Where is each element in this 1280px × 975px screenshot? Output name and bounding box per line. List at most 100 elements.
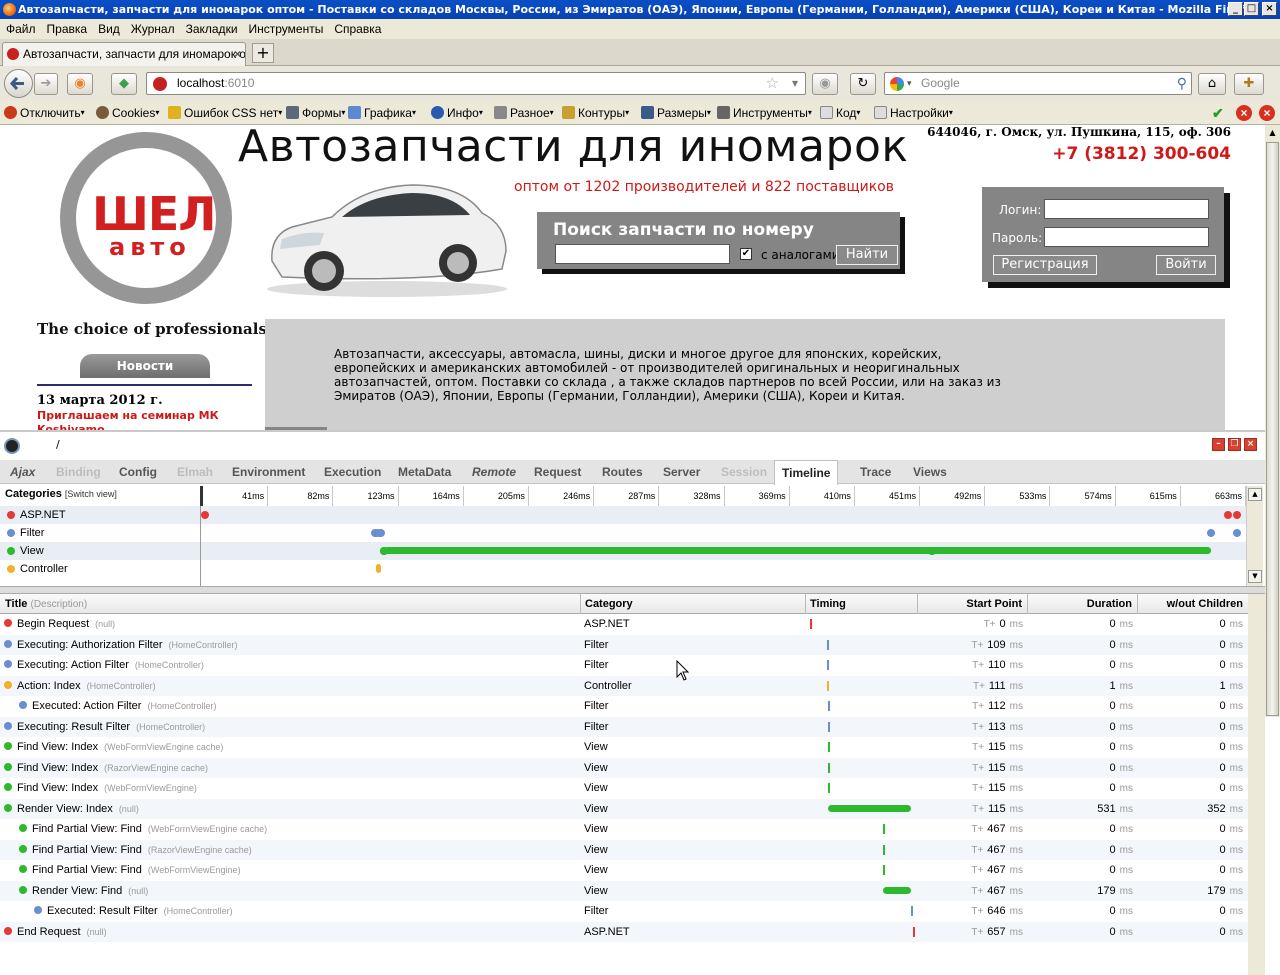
switch-view-link[interactable]: [Switch view] bbox=[65, 489, 117, 499]
addon-button[interactable]: ✚ bbox=[1234, 73, 1264, 95]
glimpse-tab-config[interactable]: Config bbox=[119, 460, 157, 484]
glimpse-tab-remote[interactable]: Remote bbox=[472, 460, 516, 484]
wd-info[interactable]: Инфо▾ bbox=[431, 101, 483, 125]
close-window-button[interactable]: × bbox=[1262, 2, 1277, 16]
glimpse-popout-button[interactable]: ❐ bbox=[1228, 438, 1241, 451]
search-engine-dropdown-icon[interactable]: ▾ bbox=[907, 73, 912, 94]
error-icon[interactable]: × bbox=[1236, 105, 1252, 121]
glimpse-tab-routes[interactable]: Routes bbox=[602, 460, 643, 484]
home-button[interactable]: ⌂ bbox=[1198, 73, 1226, 95]
timeline-scroll-down-icon[interactable]: ▼ bbox=[1248, 570, 1262, 583]
timeline-mark[interactable] bbox=[1206, 529, 1215, 537]
event-row[interactable]: Executing: Authorization Filter (HomeCont… bbox=[0, 634, 1248, 655]
forward-button[interactable]: ➔ bbox=[34, 73, 58, 95]
sign-in-button[interactable]: Войти bbox=[1156, 255, 1216, 275]
maximize-button[interactable]: □ bbox=[1244, 2, 1259, 16]
glimpse-tab-request[interactable]: Request bbox=[534, 460, 581, 484]
event-row[interactable]: Executing: Action Filter (HomeController)… bbox=[0, 655, 1248, 676]
glimpse-tab-ajax[interactable]: Ajax bbox=[10, 460, 35, 484]
event-row[interactable]: Begin Request (null) ASP.NET T+ 0 ms 0 ms 0 ms bbox=[0, 614, 1248, 635]
event-row[interactable]: Find Partial View: Find (WebFormViewEngin… bbox=[0, 860, 1248, 881]
event-row[interactable]: Render View: Find (null) View T+ 467 ms 179 ms 1… bbox=[0, 880, 1248, 901]
menu-file[interactable]: Файл bbox=[6, 22, 36, 36]
timeline-mark[interactable] bbox=[201, 511, 209, 519]
scroll-thumb[interactable] bbox=[1266, 142, 1279, 716]
scroll-up-icon[interactable]: ▲ bbox=[1266, 125, 1279, 141]
login-input[interactable] bbox=[1044, 199, 1209, 219]
event-row[interactable]: Find Partial View: Find (RazorViewEngine … bbox=[0, 839, 1248, 860]
timeline-mark[interactable] bbox=[376, 529, 385, 537]
news-link[interactable]: Приглашаем на семинар МК Koshivamo bbox=[37, 409, 237, 430]
search-input[interactable]: ▾ Google ⚲ bbox=[884, 72, 1192, 95]
magnifier-icon[interactable]: ⚲ bbox=[1177, 73, 1187, 94]
glimpse-tab-trace[interactable]: Trace bbox=[860, 460, 891, 484]
reload-button[interactable]: ↻ bbox=[850, 73, 876, 95]
part-number-input[interactable] bbox=[555, 244, 730, 264]
page-scrollbar[interactable]: ▲ bbox=[1265, 125, 1280, 717]
check-icon[interactable]: ✔ bbox=[1212, 101, 1224, 125]
glimpse-close-button[interactable]: × bbox=[1244, 438, 1257, 451]
timeline-mark[interactable] bbox=[1233, 511, 1241, 519]
wd-disable[interactable]: Отключить▾ bbox=[4, 101, 85, 125]
event-row[interactable]: Find Partial View: Find (WebFormViewEngin… bbox=[0, 819, 1248, 840]
browser-tab[interactable]: Автозапчасти, запчасти для иномарок оп..… bbox=[2, 42, 246, 66]
events-scrollbar[interactable] bbox=[1248, 594, 1265, 975]
col-without-children[interactable]: w/out Children bbox=[1138, 594, 1248, 614]
event-row[interactable]: Executed: Result Filter (HomeController) F… bbox=[0, 901, 1248, 922]
timeline-mark[interactable] bbox=[931, 547, 1211, 554]
col-timing[interactable]: Timing bbox=[806, 594, 918, 614]
col-start[interactable]: Start Point bbox=[918, 594, 1028, 614]
glimpse-tab-execution[interactable]: Execution bbox=[324, 460, 381, 484]
close-tab-icon[interactable]: × bbox=[234, 43, 241, 65]
glimpse-tab-environment[interactable]: Environment bbox=[232, 460, 305, 484]
glimpse-tab-metadata[interactable]: MetaData bbox=[398, 460, 451, 484]
back-button[interactable] bbox=[4, 69, 33, 98]
register-button[interactable]: Регистрация bbox=[993, 255, 1097, 275]
col-category[interactable]: Category bbox=[581, 594, 806, 614]
col-duration[interactable]: Duration bbox=[1028, 594, 1138, 614]
category-row-controller[interactable]: Controller bbox=[0, 560, 200, 578]
timeline-mark[interactable] bbox=[375, 564, 381, 573]
wd-source[interactable]: Код▾ bbox=[820, 101, 860, 125]
menu-help[interactable]: Справка bbox=[334, 22, 381, 36]
category-row-view[interactable]: View bbox=[0, 542, 200, 560]
category-row-filter[interactable]: Filter bbox=[0, 524, 200, 542]
feed-button[interactable]: ◉ bbox=[812, 73, 838, 95]
wd-resize[interactable]: Размеры▾ bbox=[641, 101, 711, 125]
event-row[interactable]: End Request (null) ASP.NET T+ 657 ms 0 ms 0 ms bbox=[0, 921, 1248, 942]
timeline-mark[interactable] bbox=[1233, 529, 1241, 537]
minimize-button[interactable]: _ bbox=[1228, 2, 1243, 16]
menu-tools[interactable]: Инструменты bbox=[249, 22, 324, 36]
category-row-aspnet[interactable]: ASP.NET bbox=[0, 506, 200, 524]
menu-history[interactable]: Журнал bbox=[131, 22, 175, 36]
wd-images[interactable]: Графика▾ bbox=[348, 101, 416, 125]
event-row[interactable]: Executed: Action Filter (HomeController) F… bbox=[0, 696, 1248, 717]
event-row[interactable]: Find View: Index (RazorViewEngine cache) V… bbox=[0, 757, 1248, 778]
home-arrow-button[interactable]: ◆ bbox=[111, 73, 137, 95]
glimpse-minimize-button[interactable]: – bbox=[1212, 438, 1225, 451]
history-dropdown-icon[interactable]: ▾ bbox=[792, 73, 798, 94]
bookmark-star-icon[interactable]: ☆ bbox=[766, 73, 779, 94]
new-tab-button[interactable]: + bbox=[252, 43, 274, 63]
wd-options[interactable]: Настройки▾ bbox=[874, 101, 953, 125]
analogs-checkbox[interactable]: ✔ bbox=[740, 248, 752, 260]
event-row[interactable]: Action: Index (HomeController) Controller T… bbox=[0, 675, 1248, 696]
timeline-mark[interactable] bbox=[1223, 511, 1232, 519]
glimpse-tab-timeline[interactable]: Timeline bbox=[774, 460, 839, 485]
glimpse-tab-server[interactable]: Server bbox=[663, 460, 700, 484]
timeline-scrollbar[interactable]: ▲ ▼ bbox=[1246, 486, 1263, 586]
event-row[interactable]: Render View: Index (null) View T+ 115 ms 531 ms… bbox=[0, 798, 1248, 819]
glimpse-tab-views[interactable]: Views bbox=[913, 460, 947, 484]
wd-tools[interactable]: Инструменты▾ bbox=[717, 101, 812, 125]
menu-view[interactable]: Вид bbox=[98, 22, 120, 36]
event-row[interactable]: Find View: Index (WebFormViewEngine) View T… bbox=[0, 778, 1248, 799]
wd-css[interactable]: Ошибок CSS нет▾ bbox=[168, 101, 282, 125]
event-row[interactable]: Executing: Result Filter (HomeController)… bbox=[0, 716, 1248, 737]
wd-misc[interactable]: Разное▾ bbox=[494, 101, 554, 125]
col-title[interactable]: Title (Description) bbox=[0, 594, 581, 614]
password-input[interactable] bbox=[1044, 227, 1209, 247]
menu-bookmarks[interactable]: Закладки bbox=[186, 22, 238, 36]
event-row[interactable]: Find View: Index (WebFormViewEngine cache… bbox=[0, 737, 1248, 758]
url-bar[interactable]: localhost:6010 ☆ ▾ bbox=[146, 72, 806, 95]
splitter[interactable] bbox=[0, 586, 1265, 594]
